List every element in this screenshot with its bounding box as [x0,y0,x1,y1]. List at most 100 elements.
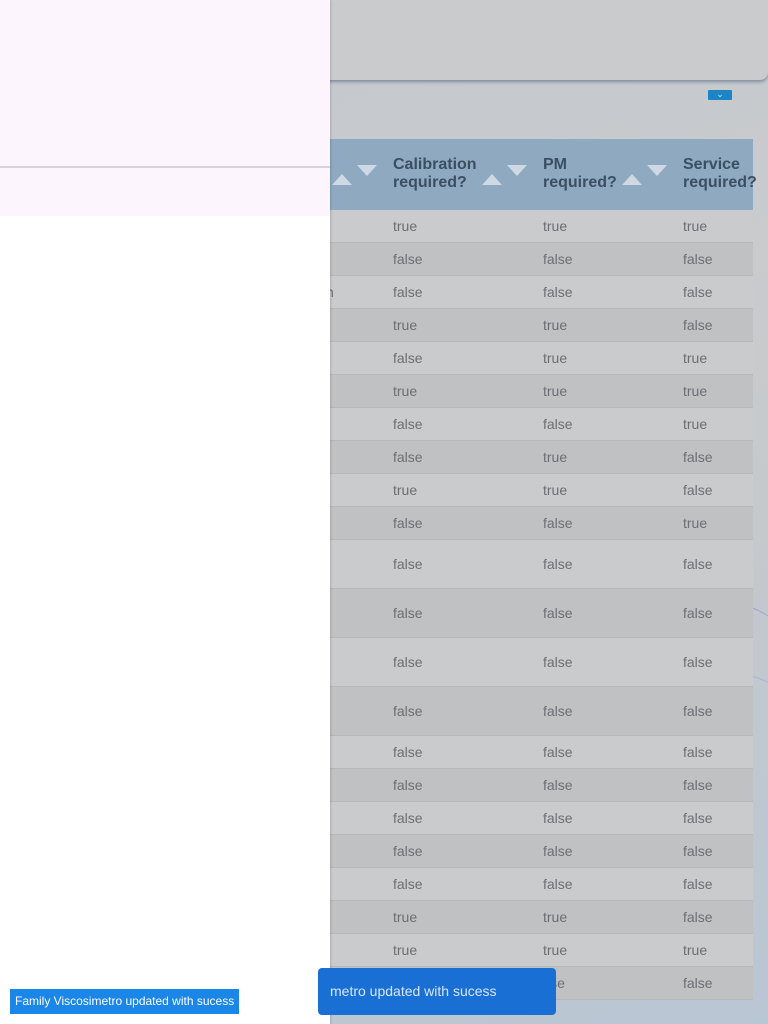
table-cell: true [683,515,708,531]
snackbar: metro updated with sucess [318,968,556,1015]
table-row[interactable]: false false false [330,638,753,687]
table-cell: false [683,556,713,572]
table-cell: false [683,449,713,465]
table-cell: false [543,556,573,572]
header-label: Calibration [393,156,477,173]
table-row[interactable]: true true false [330,474,753,507]
table-row[interactable]: true true false [330,901,753,934]
table-cell: false [393,416,423,432]
table-cell: true [543,383,568,399]
toast-message: Family Viscosimetro updated with sucess [15,994,235,1008]
table-cell: false [543,605,573,621]
table-row[interactable]: false true true [330,342,753,375]
table-row[interactable]: true true true [330,934,753,967]
table-cell: true [543,317,568,333]
table-row[interactable]: false false false [330,589,753,638]
table-cell: false [393,843,423,859]
table-cell: true [393,942,418,958]
table-header: Calibration required? PM required? Servi… [330,139,757,210]
table-cell: false [683,909,713,925]
table-row[interactable]: false false false [330,868,753,901]
table-row[interactable]: true true true [330,210,753,243]
table-cell: true [543,449,568,465]
divider [0,166,330,168]
chevron-down-icon: ⌄ [716,89,724,99]
table-row[interactable]: false false true [330,408,753,441]
table-row[interactable]: false false false [330,835,753,868]
table-cell: true [393,383,418,399]
table-cell: true [683,942,708,958]
table-cell: false [393,449,423,465]
table-cell: false [393,284,423,300]
table-row[interactable]: false false false [330,687,753,736]
table-cell: false [543,876,573,892]
table-cell: false [393,556,423,572]
column-header-calibration: Calibration required? [393,156,477,192]
triangle-up-icon[interactable] [482,174,502,185]
table-cell: false [543,284,573,300]
column-header-service: Service required? [683,156,757,192]
table-cell: false [683,317,713,333]
table-cell: true [393,482,418,498]
table-cell: true [683,416,708,432]
table-cell: true [683,218,708,234]
header-label: PM [543,156,567,173]
table-cell: false [543,843,573,859]
header-label: required? [683,174,757,191]
table-cell: true [543,482,568,498]
table-cell: false [543,251,573,267]
top-card [318,0,768,80]
table-row[interactable]: false false false [330,243,753,276]
table-cell: true [683,350,708,366]
triangle-up-icon[interactable] [332,174,352,185]
table-row[interactable]: false false false [330,769,753,802]
table-cell: false [683,876,713,892]
table-cell: false [393,744,423,760]
header-label: required? [543,174,617,191]
table-cell: false [683,482,713,498]
table-cell: true [543,218,568,234]
table-row[interactable]: nfalsefalsefalse [326,276,753,309]
table-cell: false [683,654,713,670]
table-cell: false [543,744,573,760]
table-cell: false [683,777,713,793]
table-body: truetruetruefalsefalsefalsenfalsefalsefa… [326,210,753,1000]
table-cell: true [393,317,418,333]
table-cell: false [543,703,573,719]
table-cell: false [393,810,423,826]
table-cell: false [543,810,573,826]
table-cell: true [683,383,708,399]
table-row[interactable]: false true false [330,441,753,474]
table-cell: false [683,251,713,267]
table-cell: false [393,350,423,366]
expand-button[interactable]: ⌄ [708,90,732,100]
triangle-down-icon[interactable] [357,165,377,176]
equipment-table: Calibration required? PM required? Servi… [326,139,757,1000]
table-cell: true [543,909,568,925]
table-cell: false [683,744,713,760]
table-row[interactable]: false false false [330,802,753,835]
table-cell: true [543,942,568,958]
table-cell: false [683,703,713,719]
table-cell: false [393,251,423,267]
table-cell: false [393,515,423,531]
triangle-down-icon[interactable] [647,165,667,176]
column-header-pm: PM required? [543,156,617,192]
table-cell: true [393,218,418,234]
table-row[interactable]: false false false [330,540,753,589]
table-cell: true [543,350,568,366]
table-cell: false [683,284,713,300]
table-cell: false [393,876,423,892]
table-cell: false [393,654,423,670]
table-row[interactable]: true true false [330,309,753,342]
header-label: required? [393,174,467,191]
table-cell: false [393,605,423,621]
triangle-up-icon[interactable] [622,174,642,185]
triangle-down-icon[interactable] [507,165,527,176]
table-cell: false [393,703,423,719]
table-row[interactable]: false false false [330,736,753,769]
snackbar-message: metro updated with sucess [330,983,497,999]
drawer-header [0,0,330,216]
table-row[interactable]: false false true [330,507,753,540]
table-row[interactable]: true true true [330,375,753,408]
